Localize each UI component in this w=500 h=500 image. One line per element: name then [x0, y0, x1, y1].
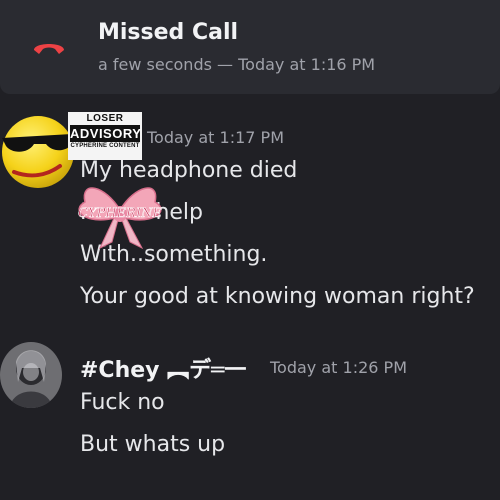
phone-hangup-icon: [34, 44, 64, 54]
advisory-bottom-text: CYPHERINE CONTENT: [70, 143, 140, 149]
message-group: #Chey ︻デ═一 Today at 1:26 PM Fuck no But …: [0, 338, 500, 478]
advisory-top-text: LOSER: [86, 113, 124, 124]
advisory-badge: LOSER ADVISORY CYPHERINE CONTENT: [68, 112, 142, 160]
missed-call-card[interactable]: Missed Call a few seconds — Today at 1:1…: [0, 0, 500, 94]
message-line: Your good at knowing woman right?: [80, 284, 475, 309]
message-line: Fuck no: [80, 390, 165, 415]
message-timestamp: Today at 1:26 PM: [270, 358, 407, 377]
sunglasses-emoji-avatar[interactable]: [0, 112, 74, 190]
missed-call-timestamp: a few seconds — Today at 1:16 PM: [98, 55, 376, 74]
chat-view: Missed Call a few seconds — Today at 1:1…: [0, 0, 500, 500]
user-avatar[interactable]: [0, 342, 62, 408]
missed-call-title: Missed Call: [98, 20, 239, 45]
pink-bow-sticker: CYPHERINE: [78, 187, 163, 250]
message-timestamp: Today at 1:17 PM: [147, 128, 284, 147]
message-line: But whats up: [80, 432, 226, 457]
username[interactable]: #Chey ︻デ═一: [80, 352, 246, 384]
advisory-middle-text: ADVISORY: [70, 125, 142, 142]
sticker-text: CYPHERINE: [78, 206, 162, 221]
message-group: LOSER ADVISORY CYPHERINE CONTENT Today a…: [0, 108, 500, 318]
